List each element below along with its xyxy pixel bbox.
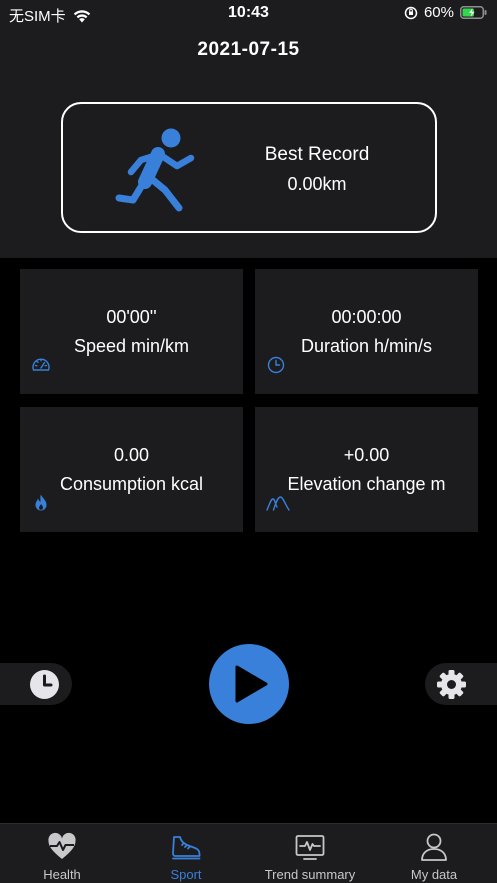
tab-health[interactable]: Health — [0, 824, 124, 883]
consumption-value: 0.00 — [113, 445, 150, 465]
tab-sport[interactable]: Sport — [124, 824, 248, 883]
flame-icon — [35, 494, 47, 511]
tab-bar: Health Sport Trend summary My data — [0, 823, 497, 883]
mountain-icon — [266, 496, 290, 511]
sneaker-icon — [172, 836, 201, 860]
speed-value: 00'00'' — [106, 307, 157, 327]
clock-icon — [267, 356, 285, 374]
tab-health-label: Health — [43, 867, 81, 882]
history-button[interactable] — [0, 663, 72, 705]
best-record-title: Best Record — [264, 144, 370, 165]
elevation-label: Elevation change m — [287, 474, 446, 494]
heart-pulse-icon — [48, 832, 76, 859]
consumption-label: Consumption kcal — [59, 474, 204, 494]
elevation-value: +0.00 — [343, 445, 390, 465]
battery-charging-icon — [460, 6, 487, 19]
settings-button[interactable] — [425, 663, 497, 705]
history-clock-icon — [30, 670, 59, 699]
tab-trend-summary-label: Trend summary — [264, 867, 356, 882]
header-panel: 2021-07-15 Best Record 0.00km — [0, 28, 497, 258]
monitor-pulse-icon — [295, 835, 325, 860]
duration-tile: 00:00:00 Duration h/min/s — [255, 269, 478, 394]
consumption-tile: 0.00 Consumption kcal — [20, 407, 243, 532]
person-icon — [421, 833, 447, 861]
duration-value: 00:00:00 — [331, 307, 402, 327]
status-bar: 无SIM卡 10:43 60% — [0, 0, 497, 28]
battery-percent: 60% — [423, 4, 454, 21]
date-label[interactable]: 2021-07-15 — [0, 39, 497, 61]
start-workout-button[interactable] — [209, 644, 289, 724]
speed-label: Speed min/km — [73, 336, 190, 356]
elevation-tile: +0.00 Elevation change m — [255, 407, 478, 532]
speedometer-icon — [32, 358, 50, 371]
tab-sport-label: Sport — [170, 867, 202, 882]
best-record-value: 0.00km — [287, 174, 347, 194]
speed-tile: 00'00'' Speed min/km — [20, 269, 243, 394]
runner-icon — [115, 128, 195, 212]
play-icon — [235, 665, 268, 703]
tab-my-data-label: My data — [410, 867, 458, 882]
tab-trend-summary[interactable]: Trend summary — [248, 824, 372, 883]
orientation-lock-icon — [404, 6, 418, 19]
duration-label: Duration h/min/s — [300, 336, 433, 356]
best-record-card: Best Record 0.00km — [61, 102, 437, 233]
gear-icon — [437, 670, 466, 699]
tab-my-data[interactable]: My data — [372, 824, 496, 883]
status-right: 60% — [404, 4, 487, 21]
